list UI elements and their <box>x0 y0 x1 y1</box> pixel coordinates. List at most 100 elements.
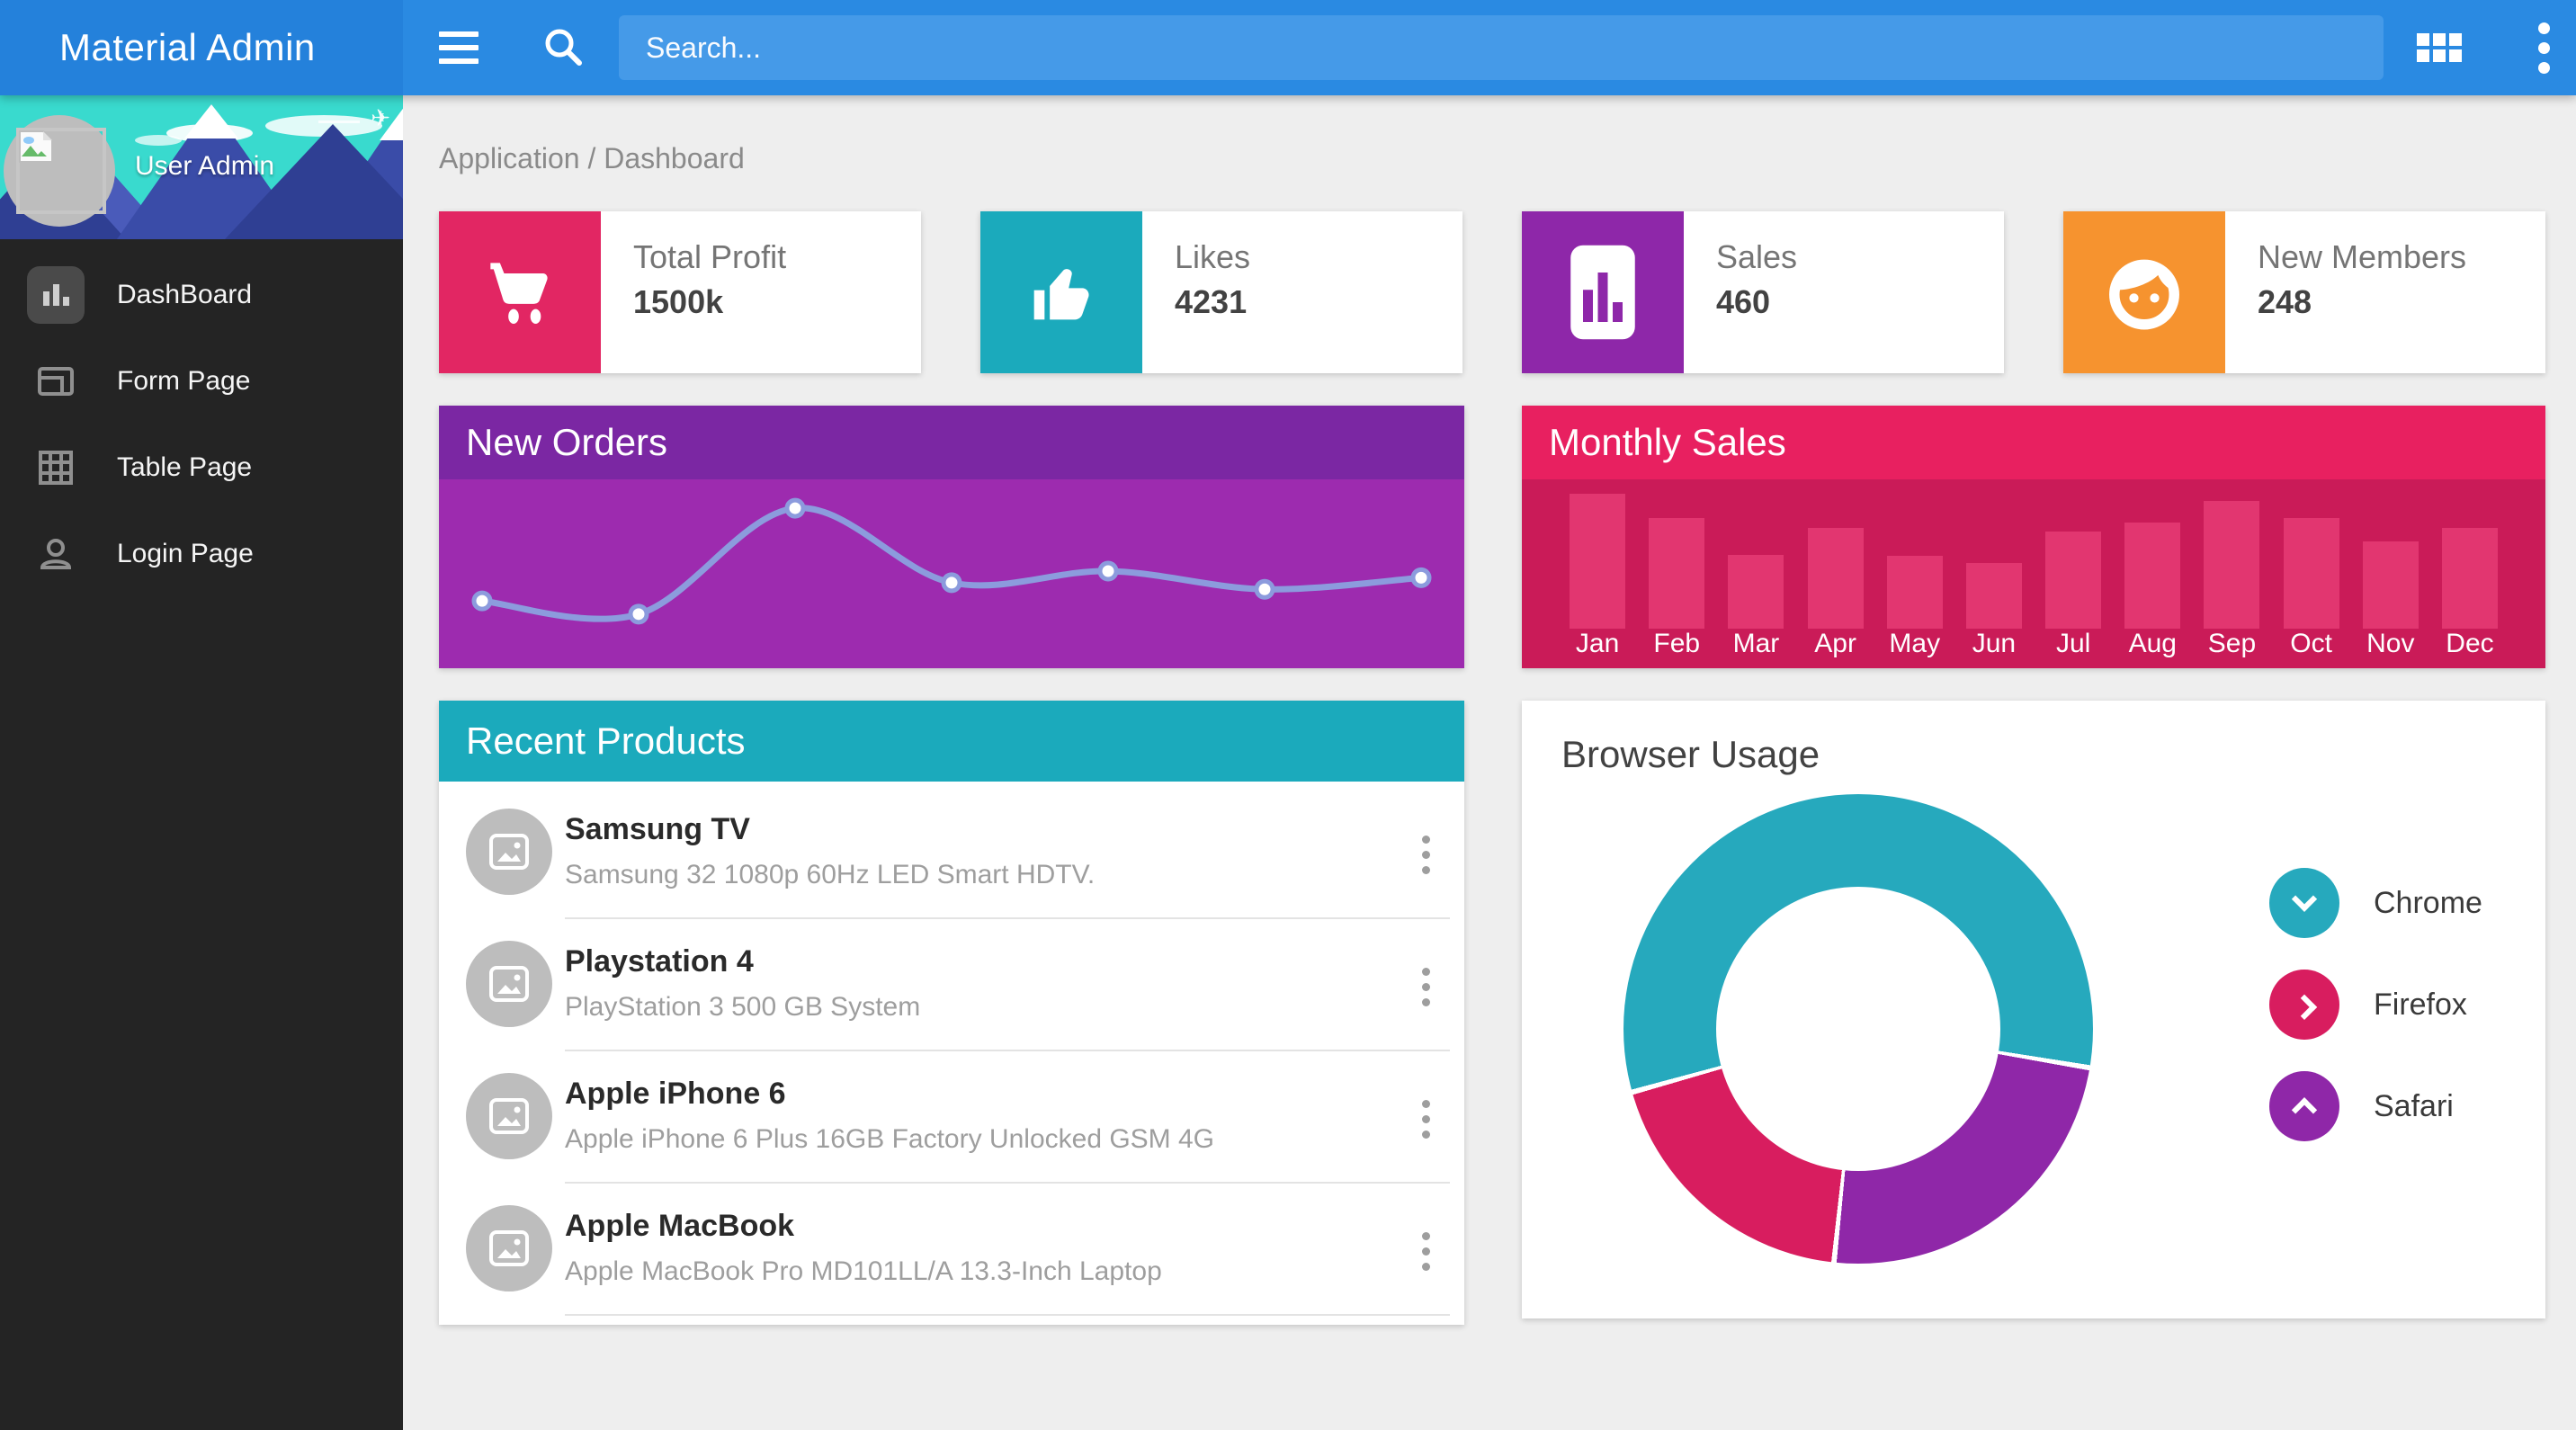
stat-label: Total Profit <box>633 238 786 276</box>
tick-label: Jul <box>2034 629 2113 668</box>
line-point <box>787 500 803 516</box>
tick-label: Apr <box>1796 629 1875 668</box>
bar-nov <box>2363 541 2419 630</box>
face-icon <box>2063 211 2225 373</box>
line-point <box>474 593 490 609</box>
bar-dec <box>2442 528 2498 630</box>
line-point <box>944 575 960 591</box>
stat-label: Sales <box>1716 238 1797 276</box>
new-orders-line-svg <box>439 479 1464 668</box>
apps-grid-icon <box>2417 33 2462 62</box>
more-options-button[interactable] <box>2517 21 2571 75</box>
sidebar-item-login-page[interactable]: Login Page <box>0 511 403 597</box>
stat-card-new-members: New Members 248 <box>2063 211 2545 373</box>
bar-jun <box>1966 563 2022 630</box>
panel-title: Browser Usage <box>1561 733 1820 776</box>
bar-feb <box>1649 518 1704 629</box>
bar-sep <box>2204 501 2259 630</box>
sidebar-item-form-page[interactable]: Form Page <box>0 338 403 425</box>
chevron-up-icon <box>2292 1097 2317 1122</box>
monthly-sales-bar-chart: Jan Feb Mar Apr May Jun Jul Aug Sep Oct … <box>1522 479 2545 668</box>
list-item: Samsung TV Samsung 32 1080p 60Hz LED Sma… <box>439 787 1464 919</box>
stat-label: New Members <box>2258 238 2466 276</box>
legend-label: Firefox <box>2374 988 2467 1023</box>
bar-mar <box>1728 555 1784 630</box>
tick-label: Nov <box>2351 629 2430 668</box>
new-orders-panel: New Orders <box>439 406 1464 668</box>
product-description: PlayStation 3 500 GB System <box>565 992 920 1023</box>
recent-products-panel: Recent Products Samsung TV Samsung 32 10… <box>439 701 1464 1325</box>
tick-label: Dec <box>2430 629 2509 668</box>
stat-card-sales: Sales 460 <box>1522 211 2004 373</box>
hamburger-icon <box>439 31 479 37</box>
product-image-placeholder <box>466 1205 552 1291</box>
item-menu-button[interactable] <box>1413 1223 1439 1280</box>
product-name: Apple MacBook <box>565 1209 1162 1244</box>
tick-label: Jun <box>1954 629 2034 668</box>
thumb-up-icon <box>980 211 1142 373</box>
product-name: Apple iPhone 6 <box>565 1077 1214 1112</box>
donut-hole <box>1716 887 2000 1171</box>
chevron-right-icon <box>2292 995 2317 1020</box>
product-name: Samsung TV <box>565 812 1095 847</box>
apps-grid-button[interactable] <box>2412 21 2466 75</box>
browser-usage-panel: Browser Usage Chrome Firefox Safari <box>1522 701 2545 1318</box>
line-point <box>1413 569 1429 585</box>
bar-may <box>1887 556 1943 629</box>
tick-label: May <box>1875 629 1954 668</box>
mountain <box>225 124 403 239</box>
breadcrumb: Application / Dashboard <box>439 142 2576 175</box>
person-icon <box>27 525 85 583</box>
stat-card-likes: Likes 4231 <box>980 211 1462 373</box>
sidebar: ✈ User Admin DashBoard <box>0 95 403 1430</box>
cart-icon <box>439 211 601 373</box>
item-menu-button[interactable] <box>1413 959 1439 1015</box>
user-name: User Admin <box>135 151 274 182</box>
search-icon[interactable] <box>538 22 588 73</box>
product-name: Playstation 4 <box>565 944 920 979</box>
product-image-placeholder <box>466 941 552 1027</box>
stat-card-total-profit: Total Profit 1500k <box>439 211 921 373</box>
divider <box>565 1314 1450 1316</box>
sidebar-item-dashboard[interactable]: DashBoard <box>0 252 403 338</box>
product-image-placeholder <box>466 1073 552 1159</box>
bar-aug <box>2124 523 2180 630</box>
tick-label: Sep <box>2192 629 2271 668</box>
hamburger-menu-button[interactable] <box>430 19 487 76</box>
sidebar-item-table-page[interactable]: Table Page <box>0 425 403 511</box>
search-input[interactable] <box>619 15 2384 80</box>
avatar <box>4 115 119 230</box>
product-description: Apple MacBook Pro MD101LL/A 13.3-Inch La… <box>565 1256 1162 1287</box>
month-labels: Jan Feb Mar Apr May Jun Jul Aug Sep Oct … <box>1558 629 2509 668</box>
web-layout-icon <box>27 353 85 410</box>
chart-legend: Chrome Firefox Safari <box>2269 868 2482 1173</box>
sidebar-item-label: Table Page <box>117 452 252 483</box>
item-menu-button[interactable] <box>1413 827 1439 883</box>
panel-title: Recent Products <box>439 701 1464 782</box>
legend-label: Safari <box>2374 1089 2454 1124</box>
sidebar-item-label: DashBoard <box>117 280 252 310</box>
bar-jul <box>2045 532 2101 629</box>
app-logo: Material Admin <box>0 0 403 95</box>
list-item: Apple MacBook Apple MacBook Pro MD101LL/… <box>439 1184 1464 1316</box>
main-content: Application / Dashboard Total Profit 150… <box>403 95 2576 1430</box>
bottom-row: Recent Products Samsung TV Samsung 32 10… <box>439 701 2545 1325</box>
panel-title: New Orders <box>439 406 1464 479</box>
line-point <box>631 606 647 622</box>
legend-item-firefox: Firefox <box>2269 970 2482 1040</box>
bar-chart-icon <box>27 266 85 324</box>
line-point <box>1257 581 1273 597</box>
stat-value: 1500k <box>633 283 786 321</box>
sidebar-item-label: Form Page <box>117 366 250 397</box>
new-orders-line-chart <box>439 479 1464 668</box>
item-menu-button[interactable] <box>1413 1091 1439 1148</box>
browser-usage-donut <box>1623 794 2093 1264</box>
bar-oct <box>2284 518 2339 629</box>
tick-label: Mar <box>1716 629 1795 668</box>
legend-item-chrome: Chrome <box>2269 868 2482 938</box>
product-description: Apple iPhone 6 Plus 16GB Factory Unlocke… <box>565 1124 1214 1155</box>
sidebar-item-label: Login Page <box>117 539 254 569</box>
bars-row <box>1558 487 2509 629</box>
line-point <box>1100 563 1116 579</box>
stat-cards-row: Total Profit 1500k Likes 4231 Sales 460 <box>439 211 2545 373</box>
